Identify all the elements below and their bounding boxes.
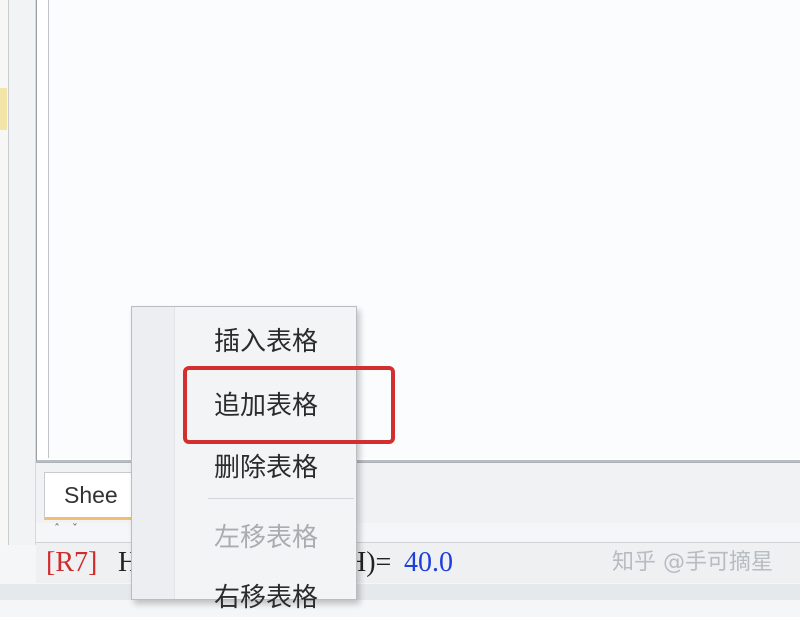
menu-separator: [208, 498, 354, 499]
watermark: 知乎 @手可摘星: [612, 550, 773, 574]
annotation-highlight-box: [183, 366, 395, 444]
context-menu-gutter: [132, 307, 175, 599]
menu-item-insert-table[interactable]: 插入表格: [214, 321, 354, 361]
menu-item-delete-table[interactable]: 删除表格: [214, 447, 354, 487]
menu-item-move-right[interactable]: 右移表格: [214, 577, 354, 617]
status-cell-ref: [R7]: [46, 547, 98, 578]
context-menu: 插入表格 追加表格 删除表格 左移表格 右移表格: [131, 306, 357, 613]
panel-splitter[interactable]: [9, 0, 36, 545]
bottom-band: [0, 584, 800, 600]
scroll-arrows-icon[interactable]: ˆ ˇ: [54, 522, 94, 536]
left-panel-selection: [0, 88, 7, 130]
menu-item-move-left[interactable]: 左移表格: [214, 517, 354, 557]
status-value: 40.0: [404, 547, 453, 578]
left-panel: [0, 0, 9, 545]
sheet-tab-label: Shee: [64, 482, 118, 508]
